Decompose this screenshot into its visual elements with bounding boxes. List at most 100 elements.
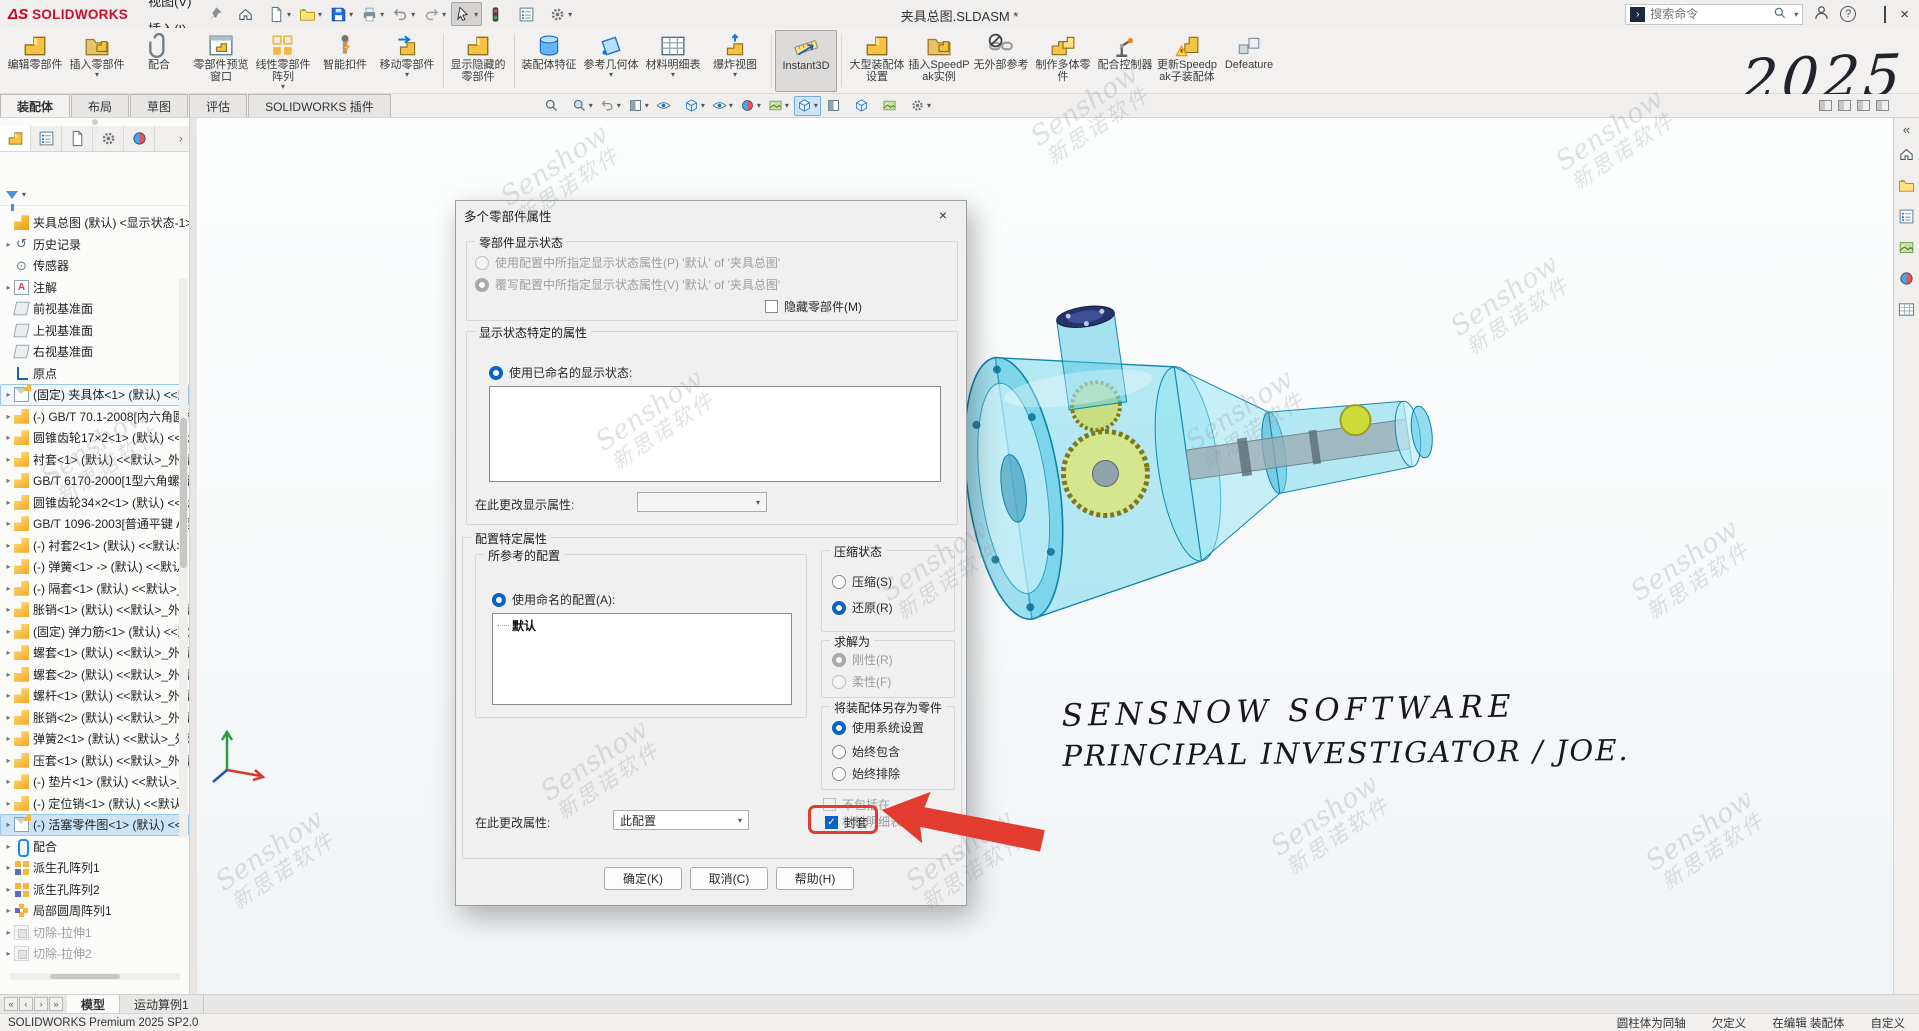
expand-arrow-icon[interactable]: ▸: [3, 476, 14, 485]
select-button[interactable]: ▾: [451, 2, 482, 26]
expand-arrow-icon[interactable]: ▸: [3, 519, 14, 528]
dropdown-caret-icon[interactable]: ▾: [349, 10, 353, 19]
tab-motion-study[interactable]: 运动算例1: [120, 995, 204, 1013]
filter-caret-icon[interactable]: ▾: [22, 190, 26, 199]
linear-component-pattern-button[interactable]: 线性零部件阵列 ▾: [252, 30, 314, 92]
pin-toolbar-icon[interactable]: [205, 2, 228, 26]
expand-arrow-icon[interactable]: ▸: [3, 433, 14, 442]
pane-close-icon[interactable]: [1876, 100, 1889, 111]
expand-arrow-icon[interactable]: ▸: [3, 541, 14, 550]
pane-previous-icon[interactable]: [1838, 100, 1851, 111]
home-button[interactable]: ▾: [234, 2, 263, 26]
custom-properties-tab[interactable]: [1898, 301, 1915, 323]
dropdown-caret-icon[interactable]: ▾: [95, 71, 99, 79]
tree-item[interactable]: ▸ 夹具总图 (默认) <显示状态-1>: [0, 212, 189, 234]
dropdown-caret-icon[interactable]: ▾: [671, 71, 675, 79]
ok-button[interactable]: 确定(K): [604, 867, 682, 890]
tree-horizontal-scrollbar[interactable]: [10, 973, 180, 980]
cancel-button[interactable]: 取消(C): [690, 867, 768, 890]
tree-item[interactable]: ▸ (-) 定位销<1> (默认) <<默认: [0, 793, 189, 815]
dropdown-caret-icon[interactable]: ▾: [927, 101, 931, 110]
expand-arrow-icon[interactable]: ▸: [3, 777, 14, 786]
display-state-list[interactable]: [489, 386, 941, 482]
mate-controller-button[interactable]: 配合控制器 ▾: [1094, 30, 1156, 92]
scroll-first-icon[interactable]: «: [4, 997, 18, 1011]
new-document-button[interactable]: ▾: [265, 2, 294, 26]
dropdown-caret-icon[interactable]: ▾: [474, 10, 478, 19]
panel-splitter[interactable]: [190, 118, 197, 994]
tree-item[interactable]: ▸ 右视基准面: [0, 341, 189, 363]
dropdown-caret-icon[interactable]: ▾: [568, 10, 572, 19]
tree-item[interactable]: ▸ 螺杆<1> (默认) <<默认>_外观: [0, 685, 189, 707]
dropdown-caret-icon[interactable]: ▾: [380, 10, 384, 19]
camera-views-button[interactable]: ▾: [880, 96, 905, 116]
expand-arrow-icon[interactable]: ▸: [3, 799, 14, 808]
dropdown-caret-icon[interactable]: ▾: [785, 101, 789, 110]
help-icon[interactable]: ?: [1840, 6, 1856, 22]
tree-item[interactable]: ▸ 胀销<2> (默认) <<默认>_外观: [0, 707, 189, 729]
appearances-scenes-tab[interactable]: [1898, 270, 1915, 292]
view-palette-tab[interactable]: [1898, 239, 1915, 261]
dropdown-caret-icon[interactable]: ▾: [814, 101, 818, 110]
expand-arrow-icon[interactable]: ▸: [3, 648, 14, 657]
view-orientation-button[interactable]: ▾: [794, 96, 821, 116]
options-list-button[interactable]: ▾: [515, 2, 544, 26]
tree-item[interactable]: ▸ 圆锥齿轮34×2<1> (默认) <<默: [0, 492, 189, 514]
no-external-references-button[interactable]: 无外部参考 ▾: [970, 30, 1032, 92]
tree-item[interactable]: ▸ (固定) 弹力筋<1> (默认) <<默: [0, 621, 189, 643]
expand-arrow-icon[interactable]: ▸: [3, 842, 14, 851]
home-tab[interactable]: [1898, 146, 1915, 168]
expand-arrow-icon[interactable]: ▸: [3, 928, 14, 937]
save-button[interactable]: ▾: [327, 2, 356, 26]
rebuild-button[interactable]: ▾: [484, 2, 513, 26]
make-multibody-part-button[interactable]: 制作多体零件 ▾: [1032, 30, 1094, 92]
change-display-properties-dropdown[interactable]: ▾: [637, 492, 767, 512]
scroll-left-icon[interactable]: ‹: [19, 997, 33, 1011]
search-caret-icon[interactable]: ▾: [1794, 10, 1798, 19]
tab-feature-manager[interactable]: [0, 126, 31, 151]
dialog-close-icon[interactable]: ×: [928, 204, 958, 226]
dropdown-caret-icon[interactable]: ▾: [617, 101, 621, 110]
dialog-title-bar[interactable]: 多个零部件属性 ×: [456, 201, 966, 229]
tree-item[interactable]: ▸ 派生孔阵列2: [0, 879, 189, 901]
expand-arrow-icon[interactable]: ▸: [3, 863, 14, 872]
dropdown-caret-icon[interactable]: ▾: [733, 71, 737, 79]
tab-property-manager[interactable]: [31, 126, 62, 151]
tree-item[interactable]: ▸ 螺套<2> (默认) <<默认>_外观: [0, 664, 189, 686]
tree-item[interactable]: ▸ 历史记录: [0, 234, 189, 256]
expand-arrow-icon[interactable]: ▸: [3, 670, 14, 679]
always-exclude-radio[interactable]: [832, 767, 846, 781]
configuration-list-item[interactable]: 默认: [493, 614, 791, 634]
scroll-last-icon[interactable]: »: [49, 997, 63, 1011]
expand-arrow-icon[interactable]: ▸: [3, 498, 14, 507]
dropdown-caret-icon[interactable]: ▾: [405, 71, 409, 79]
panel-splitter-handle[interactable]: [0, 118, 189, 126]
tab-dimxpert-manager[interactable]: [93, 126, 124, 151]
tab-evaluate[interactable]: 评估: [189, 94, 247, 117]
menu-item[interactable]: 视图(V): [138, 0, 205, 14]
tree-item[interactable]: ▸ 配合: [0, 836, 189, 858]
previous-view-button[interactable]: ▾: [598, 96, 623, 116]
bom-button[interactable]: 材料明细表 ▾: [642, 30, 704, 92]
tree-item[interactable]: ▸ 衬套<1> (默认) <<默认>_外观: [0, 449, 189, 471]
tree-vertical-scrollbar[interactable]: [179, 278, 188, 838]
tree-item[interactable]: ▸ 胀销<1> (默认) <<默认>_外观: [0, 599, 189, 621]
tree-item[interactable]: ▸ 弹簧2<1> (默认) <<默认>_外观: [0, 728, 189, 750]
dropdown-caret-icon[interactable]: ▾: [589, 101, 593, 110]
expand-arrow-icon[interactable]: ▸: [3, 691, 14, 700]
undo-button[interactable]: ▾: [389, 2, 418, 26]
design-library-tab[interactable]: [1898, 177, 1915, 199]
expand-arrow-icon[interactable]: ▸: [3, 283, 14, 292]
tree-item[interactable]: ▸ (-) 活塞零件图<1> (默认) <<: [0, 814, 189, 836]
dropdown-caret-icon[interactable]: ▾: [318, 10, 322, 19]
shadows-button[interactable]: ▾: [824, 96, 849, 116]
expand-arrow-icon[interactable]: ▸: [3, 390, 14, 399]
use-named-display-state-radio[interactable]: [489, 366, 503, 380]
file-explorer-tab[interactable]: [1898, 208, 1915, 230]
tab-model[interactable]: 模型: [67, 995, 120, 1013]
insert-speedpak-button[interactable]: 插入SpeedPak实例 ▾: [908, 30, 970, 92]
filter-icon[interactable]: [6, 191, 18, 199]
dropdown-caret-icon[interactable]: ▾: [729, 101, 733, 110]
apply-scene-button[interactable]: ▾: [766, 96, 791, 116]
dropdown-caret-icon[interactable]: ▾: [701, 101, 705, 110]
